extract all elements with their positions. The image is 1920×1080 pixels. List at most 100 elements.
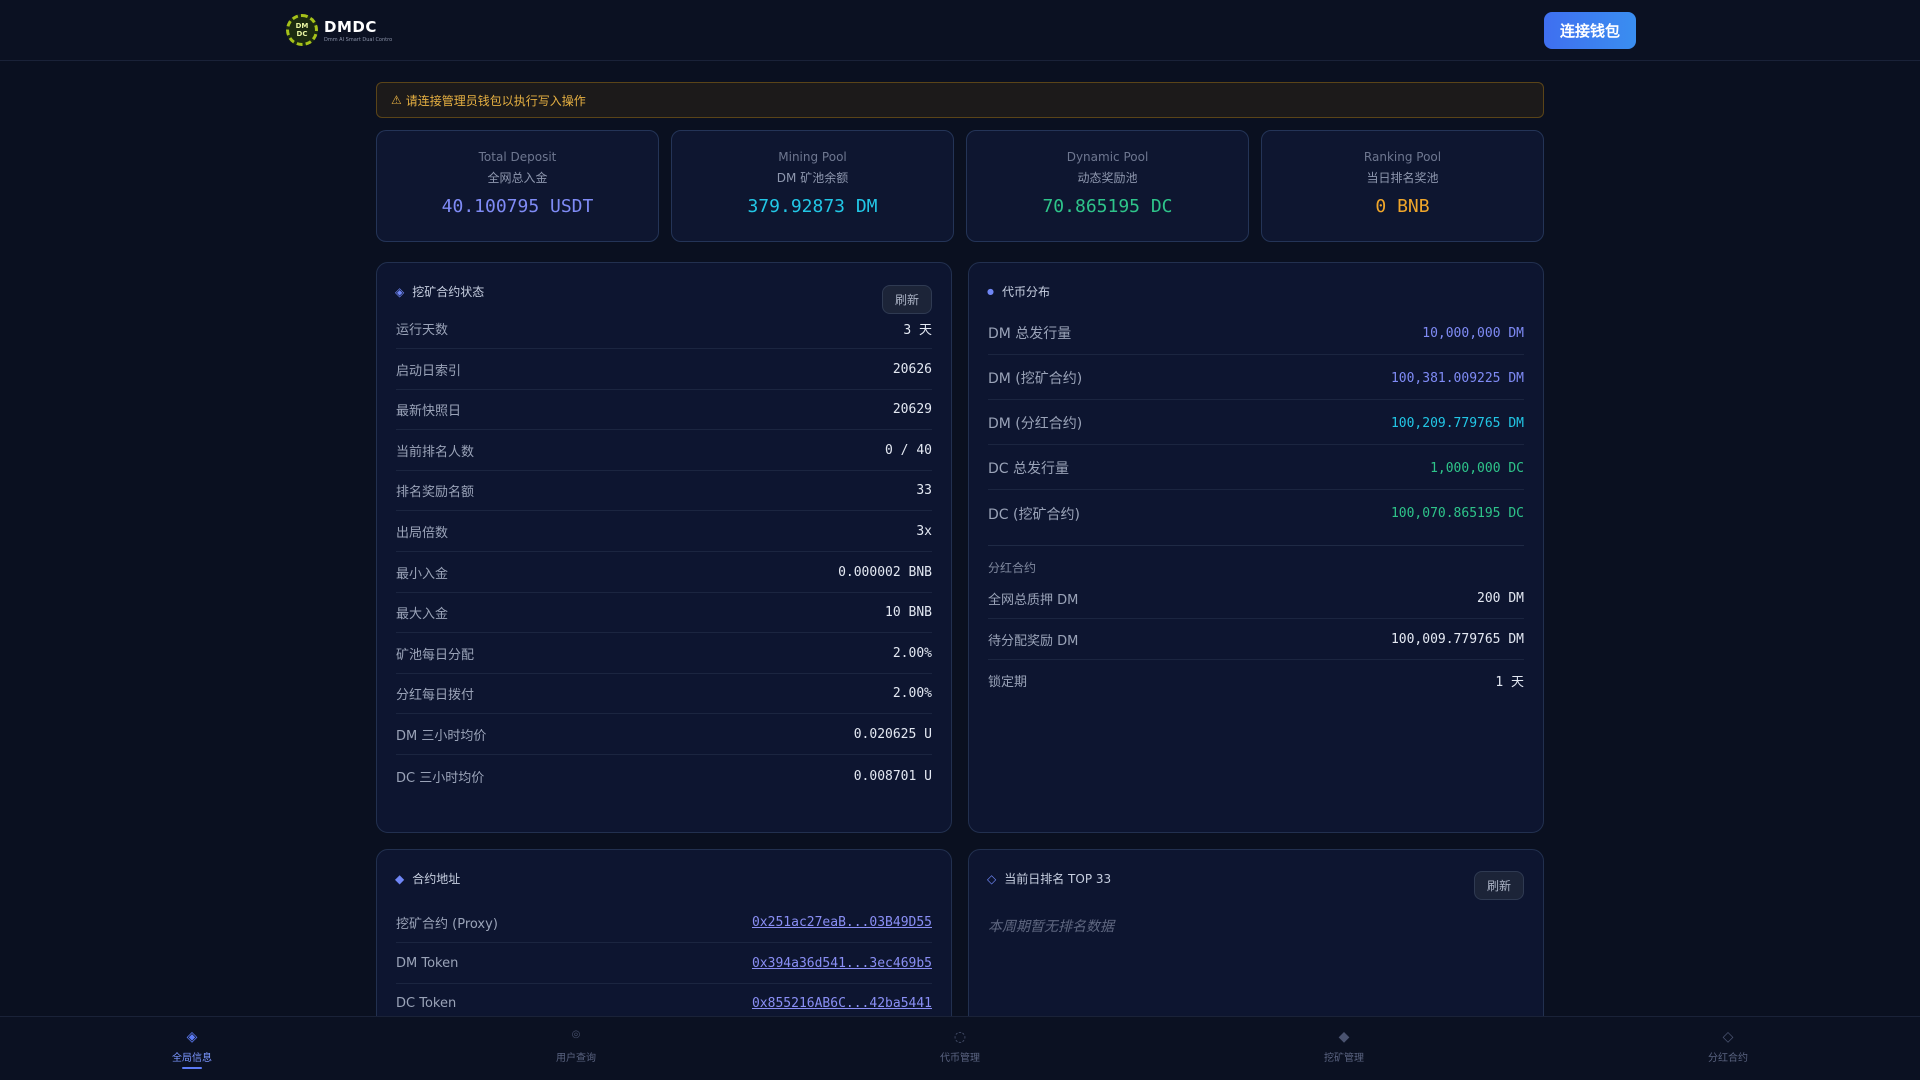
row-label: 排名奖励名额 (396, 485, 475, 500)
stat-card-ranking-pool: Ranking Pool 当日排名奖池 0 BNB (1261, 130, 1544, 242)
stat-row: DM 三小时均价 0.020625 U (396, 715, 932, 755)
logo[interactable]: DM DC DMDC Dmm AI Smart Dual Contro (286, 14, 392, 46)
stat-row: 矿池每日分配 2.00% (396, 634, 932, 674)
row-label: DC 三小时均价 (396, 770, 485, 786)
row-label: 最大入金 (396, 607, 449, 622)
coin-icon: ◌ (953, 1029, 967, 1045)
row-label: 当前排名人数 (396, 445, 475, 460)
stat-value: 70.865195 DC (1042, 196, 1173, 217)
row-label: 矿池每日分配 (396, 648, 475, 663)
stat-label-cn: DM 矿池余额 (776, 171, 849, 185)
nav-label: 用户查询 (556, 1053, 596, 1064)
diamond-icon: ◈ (186, 1029, 198, 1045)
stat-card-dynamic-pool: Dynamic Pool 动态奖励池 70.865195 DC (966, 130, 1249, 242)
pickaxe-diamond-icon: ◆ (1338, 1029, 1350, 1045)
row-label: DC (挖矿合约) (988, 506, 1080, 523)
row-label: DC Token (396, 996, 457, 1011)
bottom-nav: ◈ 全局信息 ◎ 用户查询 ◌ 代币管理 ◆ 挖矿管理 ◇ 分红合约 (0, 1016, 1920, 1080)
dot-icon: ● (987, 287, 994, 296)
dividend-row: 待分配奖励 DM 100,009.779765 DM (988, 620, 1524, 660)
row-value: 0.000002 BNB (838, 565, 932, 580)
ranking-empty-text: 本周期暂无排名数据 (988, 919, 1114, 935)
stat-row: 最小入金 0.000002 BNB (396, 553, 932, 593)
panel-title: ● 代币分布 (987, 283, 1050, 300)
row-label: DM (挖矿合约) (988, 371, 1083, 387)
stat-row: 分红每日拨付 2.00% (396, 674, 932, 714)
row-value: 0.020625 U (853, 727, 932, 742)
contract-address-title: 合约地址 (412, 872, 461, 886)
dividend-row: 锁定期 1 天 (988, 660, 1524, 700)
address-link[interactable]: 0x855216AB6C...42ba5441 (752, 996, 932, 1011)
nav-label: 全局信息 (172, 1053, 212, 1064)
address-row: 挖矿合约 (Proxy) 0x251ac27eaB...03B49D55 (396, 903, 932, 943)
stat-label-en: Dynamic Pool (1066, 150, 1149, 164)
row-label: 最新快照日 (396, 404, 462, 419)
logo-subtitle: Dmm AI Smart Dual Contro (324, 36, 393, 43)
nav-global-info[interactable]: ◈ 全局信息 (132, 1017, 252, 1080)
stat-value: 379.92873 DM (747, 196, 878, 217)
stat-row: 最大入金 10 BNB (396, 593, 932, 633)
row-label: 挖矿合约 (Proxy) (396, 917, 498, 932)
logo-badge-bottom: DC (296, 30, 308, 38)
nav-mining-management[interactable]: ◆ 挖矿管理 (1284, 1017, 1404, 1080)
stat-label-cn: 动态奖励池 (1077, 171, 1138, 185)
row-value: 10,000,000 DM (1422, 325, 1524, 341)
token-distribution-title: 代币分布 (1001, 285, 1050, 299)
row-value: 3x (916, 524, 932, 539)
active-indicator (182, 1067, 202, 1069)
row-value: 3 天 (903, 323, 932, 338)
connect-wallet-button[interactable]: 连接钱包 (1544, 12, 1636, 49)
stat-label-en: Mining Pool (778, 150, 847, 164)
address-link[interactable]: 0x251ac27eaB...03B49D55 (752, 915, 932, 930)
nav-token-management[interactable]: ◌ 代币管理 (900, 1017, 1020, 1080)
row-value: 1 天 (1495, 674, 1524, 690)
warning-text: 请连接管理员钱包以执行写入操作 (405, 93, 586, 108)
dividend-row: 全网总质押 DM 200 DM (988, 579, 1524, 619)
row-value: 20626 (892, 362, 932, 377)
row-label: 启动日索引 (396, 364, 462, 379)
stat-card-total-deposit: Total Deposit 全网总入金 40.100795 USDT (376, 130, 659, 242)
token-row: DM (挖矿合约) 100,381.009225 DM (988, 357, 1524, 400)
panel-title: ◇ 当前日排名 TOP 33 (987, 870, 1111, 887)
target-icon: ◎ (571, 1029, 581, 1040)
row-value: 100,209.779765 DM (1390, 415, 1524, 431)
row-value: 200 DM (1477, 591, 1524, 606)
address-link[interactable]: 0x394a36d541...3ec469b5 (752, 956, 932, 971)
diamond-outline-icon: ◇ (987, 871, 997, 886)
stat-label-en: Total Deposit (478, 150, 557, 164)
diamond-icon: ◆ (395, 871, 405, 886)
nav-label: 挖矿管理 (1324, 1053, 1364, 1064)
admin-wallet-warning: ⚠ 请连接管理员钱包以执行写入操作 (376, 82, 1544, 118)
logo-title: DMDC (324, 17, 377, 36)
row-label: 锁定期 (988, 674, 1028, 690)
mining-status-title: 挖矿合约状态 (412, 285, 485, 299)
row-value: 33 (916, 483, 932, 498)
section-divider (988, 545, 1524, 546)
token-distribution-panel: ● 代币分布 DM 总发行量 10,000,000 DM DM (挖矿合约) 100… (968, 262, 1544, 833)
panel-title: ◆ 合约地址 (395, 870, 460, 887)
row-value: 100,070.865195 DC (1390, 506, 1524, 521)
diamond-icon: ◈ (395, 284, 405, 299)
row-label: DM Token (396, 956, 459, 971)
stat-value: 40.100795 USDT (441, 196, 594, 217)
ranking-refresh-button[interactable]: 刷新 (1474, 871, 1524, 900)
stat-row: 启动日索引 20626 (396, 350, 932, 390)
token-row: DC (挖矿合约) 100,070.865195 DC (988, 492, 1524, 535)
row-label: DC 总发行量 (988, 461, 1070, 477)
address-row: DM Token 0x394a36d541...3ec469b5 (396, 944, 932, 984)
token-row: DC 总发行量 1,000,000 DC (988, 447, 1524, 490)
stat-card-mining-pool: Mining Pool DM 矿池余额 379.92873 DM (671, 130, 954, 242)
row-value: 0 / 40 (885, 443, 932, 458)
row-value: 2.00% (892, 686, 932, 701)
token-row: DM 总发行量 10,000,000 DM (988, 312, 1524, 355)
nav-dividend-contract[interactable]: ◇ 分红合约 (1668, 1017, 1788, 1080)
stat-row: 出局倍数 3x (396, 512, 932, 552)
stat-row: DC 三小时均价 0.008701 U (396, 756, 932, 796)
row-value: 0.008701 U (853, 768, 932, 784)
nav-user-query[interactable]: ◎ 用户查询 (516, 1017, 636, 1080)
stat-label-en: Ranking Pool (1363, 150, 1442, 164)
logo-badge-top: DM (295, 22, 309, 30)
stat-label-cn: 当日排名奖池 (1366, 171, 1439, 185)
row-label: 待分配奖励 DM (988, 634, 1079, 649)
stat-label-cn: 全网总入金 (487, 171, 548, 185)
